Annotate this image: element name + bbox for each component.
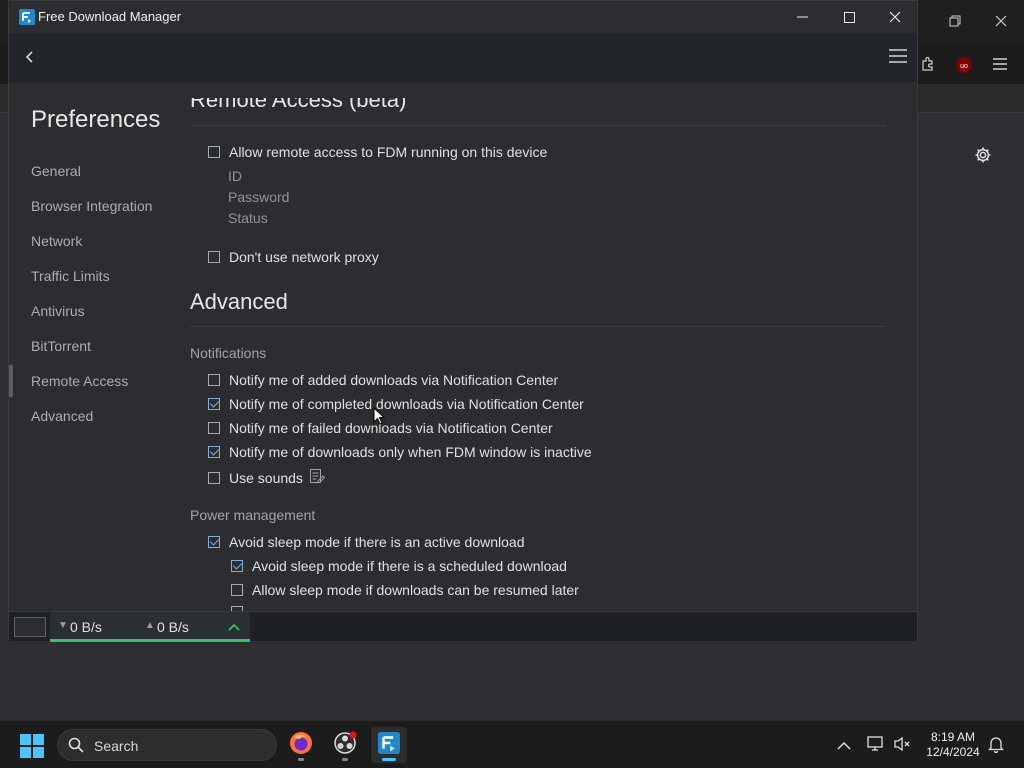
no-proxy-checkbox[interactable] [208,251,220,263]
notify-failed-label: Notify me of failed downloads via Notifi… [229,420,553,436]
section-divider [190,125,886,126]
toggle-bottom-panel-icon[interactable] [14,617,46,637]
menu-icon[interactable] [993,58,1007,72]
extensions-icon[interactable] [920,56,936,74]
sidebar-item-network[interactable]: Network [31,233,82,249]
sidebar-item-remote-access[interactable]: Remote Access [31,373,128,389]
sidebar-item-advanced[interactable]: Advanced [31,408,93,424]
search-label: Search [94,738,139,754]
use-sounds-label: Use sounds [229,469,303,486]
sidebar-item-antivirus[interactable]: Antivirus [31,303,85,319]
notify-inactive-checkbox[interactable] [208,446,220,458]
edit-sounds-icon[interactable] [309,468,326,487]
clock-time: 8:19 AM [930,730,976,744]
notification-bell-icon[interactable] [987,735,1005,758]
use-sounds-checkbox[interactable] [208,471,220,484]
settings-content: Remote Access (beta) Allow remote access… [190,82,890,611]
windows-taskbar: Search 8:19 AM 12/4/2024 [0,720,1024,768]
allow-remote-access-checkbox[interactable] [208,146,220,158]
restore-icon[interactable] [949,15,961,29]
download-speed: 0 B/s [70,619,102,635]
preferences-title: Preferences [31,106,161,133]
obs-icon [333,731,357,760]
avoid-sleep-active-checkbox[interactable] [208,536,220,548]
allow-sleep-resumable-option[interactable]: Allow sleep mode if downloads can be res… [231,582,579,598]
window-title: Free Download Manager [38,9,182,24]
notify-completed-label: Notify me of completed downloads via Not… [229,396,584,412]
network-icon[interactable] [867,736,885,757]
upload-speed: 0 B/s [157,619,189,635]
password-label: Password [228,189,290,205]
maximize-button[interactable] [826,1,872,33]
section-divider [190,326,886,327]
clock-date: 12/4/2024 [926,745,980,759]
fdm-window: Free Download Manager Preferences Genera… [8,0,918,642]
fdm-logo-icon [19,9,35,25]
sidebar-item-general[interactable]: General [31,163,81,179]
allow-sleep-resumable-checkbox[interactable] [231,584,243,596]
close-icon[interactable] [995,15,1007,29]
active-item-indicator [9,365,13,397]
notify-added-option[interactable]: Notify me of added downloads via Notific… [208,372,558,388]
allow-remote-access-option[interactable]: Allow remote access to FDM running on th… [208,144,547,160]
fdm-icon [378,731,400,759]
menu-icon[interactable] [889,48,907,64]
notify-inactive-option[interactable]: Notify me of downloads only when FDM win… [208,444,592,460]
svg-text:uo: uo [960,63,968,70]
navigation-bar [9,33,917,82]
status-bar: ▼ 0 B/s ▲ 0 B/s [9,611,917,642]
taskbar-firefox[interactable] [283,727,319,763]
advanced-section-title: Advanced [190,289,288,314]
taskbar-fdm[interactable] [371,727,407,763]
avoid-sleep-active-label: Avoid sleep mode if there is an active d… [229,534,525,550]
windows-start-icon[interactable] [20,734,44,758]
back-arrow-icon[interactable] [21,47,39,67]
avoid-sleep-active-option[interactable]: Avoid sleep mode if there is an active d… [208,534,524,550]
firefox-icon [289,731,313,760]
use-sounds-option[interactable]: Use sounds [208,468,326,487]
avoid-sleep-scheduled-label: Avoid sleep mode if there is a scheduled… [252,558,567,574]
minimize-button[interactable] [779,1,825,33]
volume-muted-icon[interactable] [893,736,911,757]
search-icon [68,737,84,758]
taskbar-obs[interactable] [327,727,363,763]
notifications-subtitle: Notifications [190,345,267,361]
avoid-sleep-scheduled-checkbox[interactable] [231,560,243,572]
upload-arrow-icon: ▲ [145,620,155,631]
show-hidden-icons-chevron-icon[interactable] [837,738,851,756]
mouse-cursor-icon [373,406,386,430]
notify-failed-checkbox[interactable] [208,422,220,434]
download-arrow-icon: ▼ [58,620,68,631]
no-proxy-label: Don't use network proxy [229,249,379,265]
notify-added-label: Notify me of added downloads via Notific… [229,372,559,388]
allow-remote-access-label: Allow remote access to FDM running on th… [229,144,548,160]
running-indicator [298,758,304,761]
notify-added-checkbox[interactable] [208,374,220,386]
sidebar-item-browser-integration[interactable]: Browser Integration [31,198,152,214]
settings-gear-icon[interactable] [974,146,992,166]
preferences-body: Preferences General Browser Integration … [9,82,917,611]
active-indicator [382,758,396,761]
chevron-up-icon[interactable] [228,619,240,637]
running-indicator [342,758,348,761]
ublock-icon[interactable]: uo [955,56,973,76]
notify-completed-option[interactable]: Notify me of completed downloads via Not… [208,396,584,412]
sidebar-item-bittorrent[interactable]: BitTorrent [31,338,91,354]
notify-inactive-label: Notify me of downloads only when FDM win… [229,444,592,460]
id-label: ID [228,168,242,184]
allow-sleep-resumable-label: Allow sleep mode if downloads can be res… [252,582,579,598]
sidebar-item-traffic-limits[interactable]: Traffic Limits [31,268,110,284]
status-label: Status [228,210,268,226]
close-button[interactable] [872,1,918,33]
speed-indicator[interactable]: ▼ 0 B/s ▲ 0 B/s [50,612,250,642]
avoid-sleep-scheduled-option[interactable]: Avoid sleep mode if there is a scheduled… [231,558,567,574]
system-clock[interactable]: 8:19 AM 12/4/2024 [918,730,988,760]
no-proxy-option[interactable]: Don't use network proxy [208,249,379,265]
title-bar: Free Download Manager [9,1,917,33]
notify-completed-checkbox[interactable] [208,398,220,410]
power-management-subtitle: Power management [190,507,316,523]
taskbar-search-box[interactable]: Search [57,729,277,761]
